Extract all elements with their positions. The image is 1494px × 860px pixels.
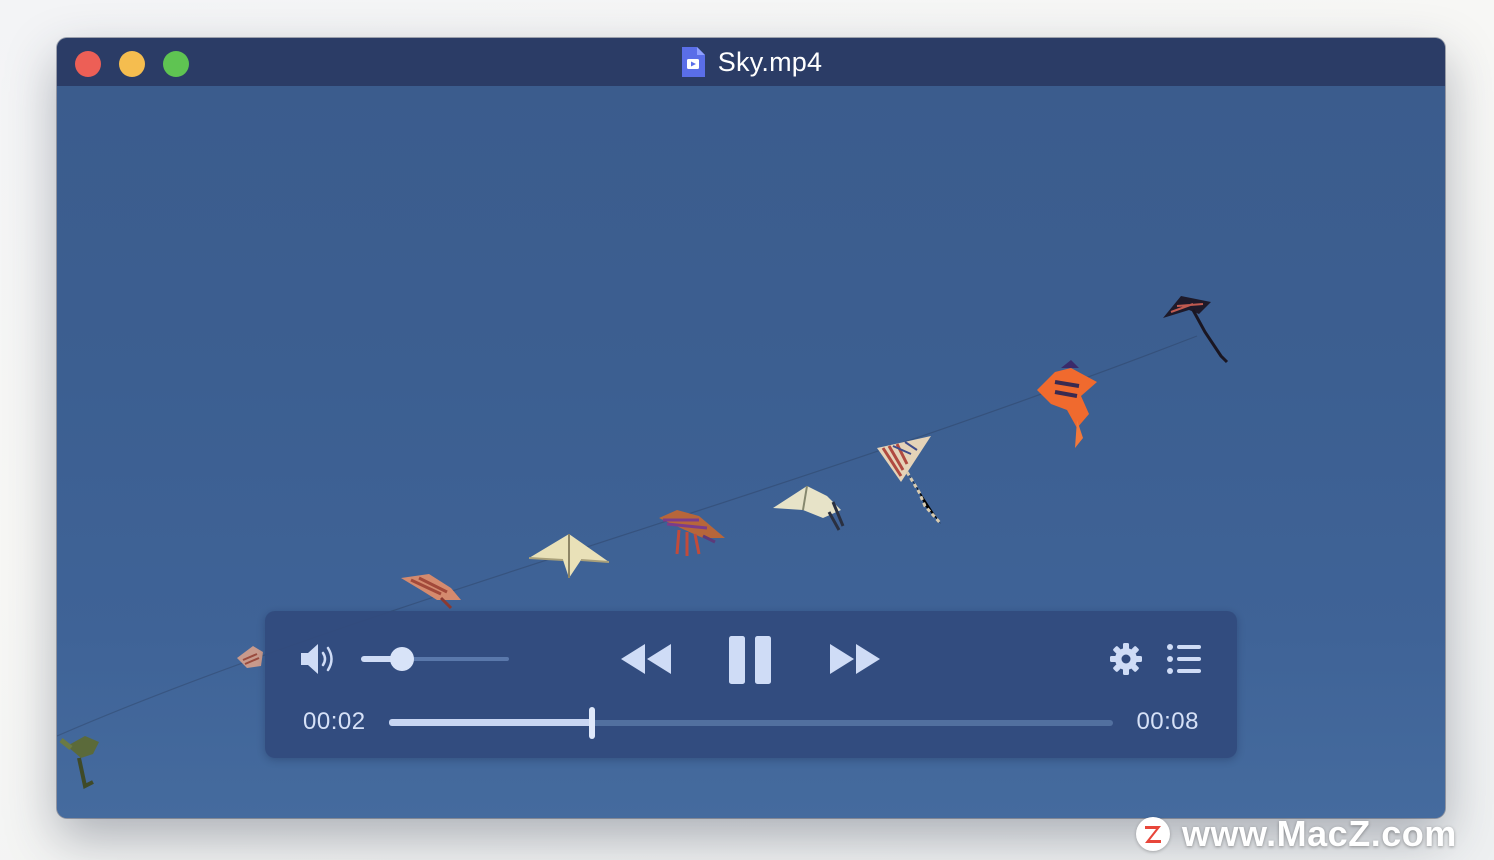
volume-slider-knob[interactable]: [390, 647, 415, 671]
watermark: www.MacZ.com: [1136, 812, 1457, 856]
kite-white-bird: [773, 485, 845, 531]
macz-logo-icon: [1136, 817, 1170, 851]
seek-bar-handle[interactable]: [588, 707, 595, 739]
kite-rainbow-delta: [877, 436, 943, 525]
kite-green: [59, 736, 99, 789]
video-document-icon: [681, 47, 705, 77]
speaker-volume-icon[interactable]: [299, 642, 339, 676]
kite-small-left: [237, 646, 263, 668]
title-bar[interactable]: Sky.mp4: [57, 38, 1445, 87]
window-title: Sky.mp4: [717, 46, 823, 77]
kite-white-triangle: [528, 534, 610, 578]
kite-red-feather: [401, 574, 461, 610]
video-area[interactable]: 00:02 00:08: [57, 86, 1445, 818]
pause-icon[interactable]: [727, 634, 775, 686]
window-title-group: Sky.mp4: [57, 38, 1445, 86]
kite-dark-bird: [1163, 296, 1229, 364]
rewind-icon[interactable]: [619, 641, 673, 677]
elapsed-time: 00:02: [303, 708, 366, 735]
kite-orange-fish: [1037, 360, 1097, 448]
z-logo-glyph: [1145, 826, 1161, 843]
kite-striped-octopus: [659, 510, 725, 556]
total-time: 00:08: [1136, 708, 1199, 735]
playback-controls-panel: 00:02 00:08: [265, 611, 1237, 758]
gear-icon[interactable]: [1109, 642, 1143, 676]
fast-forward-icon[interactable]: [828, 641, 882, 677]
watermark-text: www.MacZ.com: [1182, 813, 1457, 854]
playlist-icon[interactable]: [1166, 643, 1202, 675]
seek-bar-progress: [389, 719, 592, 726]
player-window: Sky.mp4 00:02 00:08: [57, 38, 1445, 818]
